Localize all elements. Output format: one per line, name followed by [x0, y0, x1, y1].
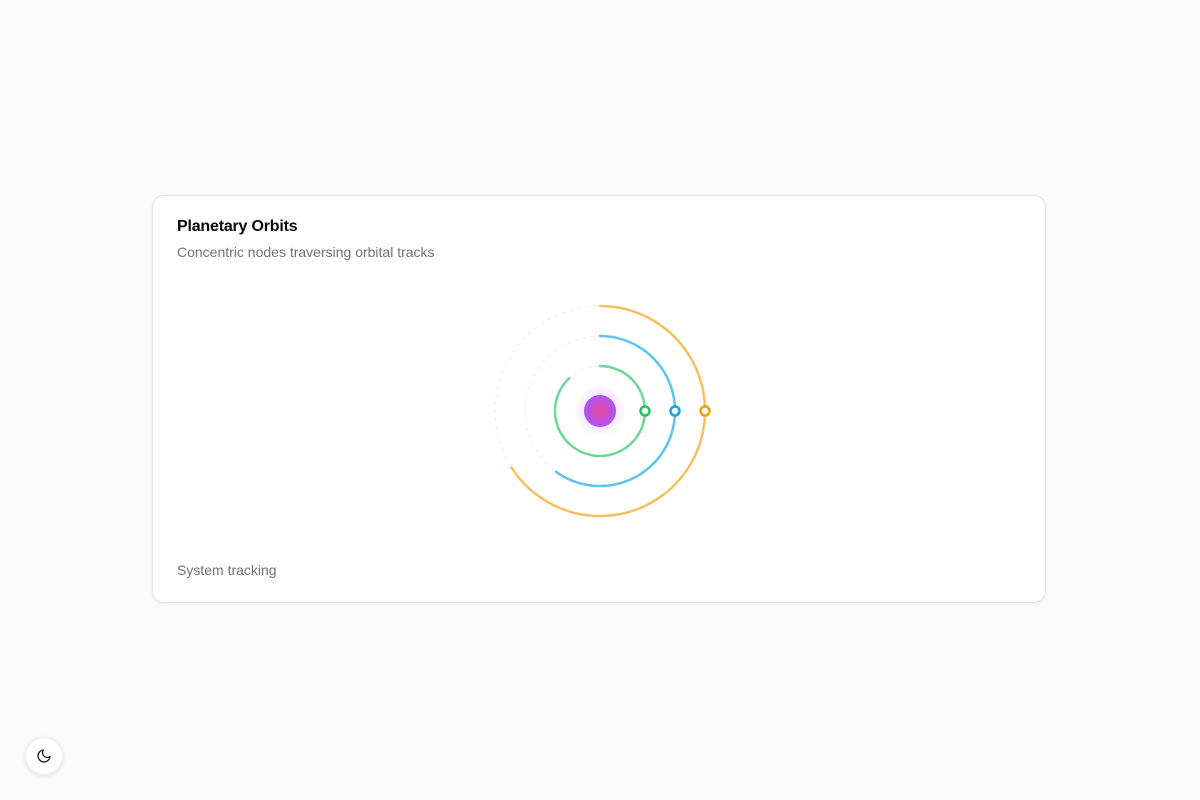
- card-footer: System tracking: [177, 562, 277, 578]
- moon-icon: [37, 749, 51, 763]
- core-planet: [584, 395, 616, 427]
- orbit-node-middle: [669, 405, 681, 417]
- orbit-visualization: [494, 304, 711, 518]
- orbit-node-outer: [699, 405, 711, 417]
- orbit-node-inner: [639, 405, 651, 417]
- theme-toggle-button[interactable]: [25, 737, 63, 775]
- orbits-card: Planetary Orbits Concentric nodes traver…: [152, 195, 1046, 603]
